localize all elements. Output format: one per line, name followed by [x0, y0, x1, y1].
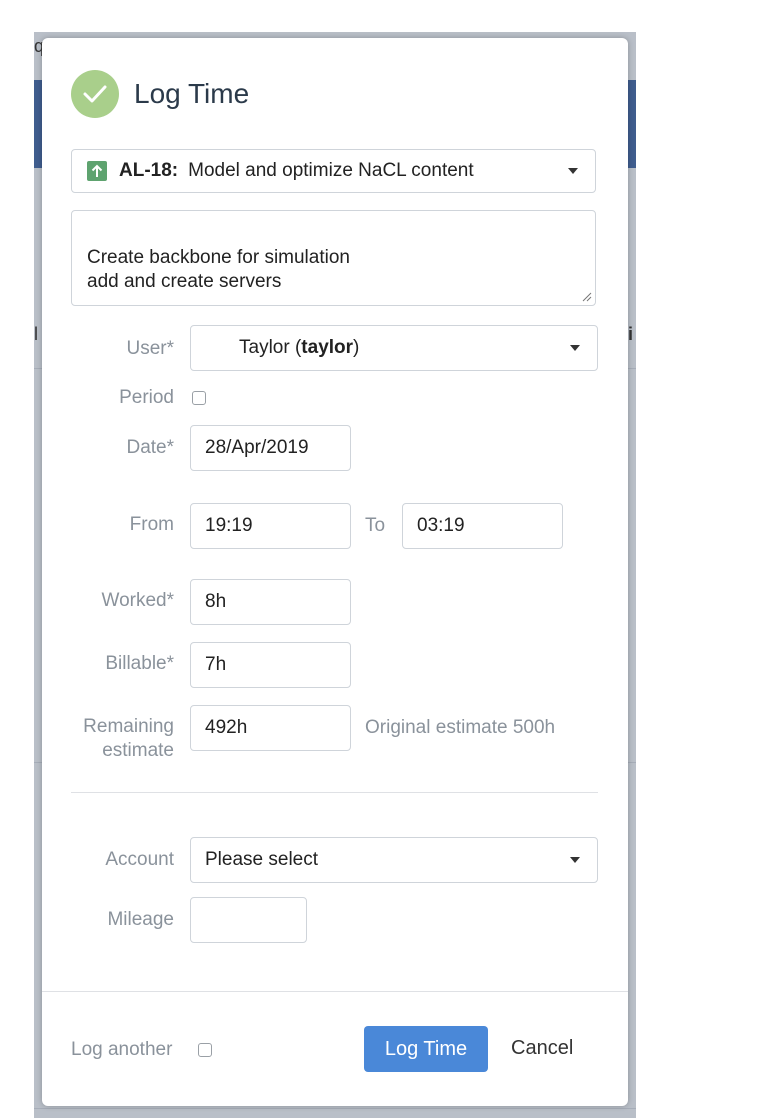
original-estimate-hint: Original estimate 500h — [365, 717, 556, 738]
chevron-down-icon — [570, 857, 580, 863]
date-field[interactable]: 28/Apr/2019 — [190, 425, 351, 471]
date-label: Date* — [126, 437, 174, 458]
chevron-down-icon — [570, 345, 580, 351]
period-label: Period — [119, 387, 174, 408]
checkmark-icon — [71, 70, 119, 118]
dialog-header: Log Time — [71, 70, 249, 118]
from-time-field[interactable]: 19:19 — [190, 503, 351, 549]
user-name-prefix: Taylor ( — [239, 337, 302, 358]
worked-label: Worked* — [101, 590, 174, 611]
issue-key: AL-18: — [119, 160, 179, 181]
mileage-label: Mileage — [107, 909, 174, 930]
remaining-value: 492h — [205, 717, 248, 738]
backdrop-text: i — [628, 324, 634, 344]
billable-label: Billable* — [105, 653, 174, 674]
log-another-checkbox[interactable] — [198, 1043, 212, 1057]
to-label: To — [365, 515, 386, 536]
footer-divider — [42, 991, 628, 992]
period-checkbox[interactable] — [192, 391, 206, 405]
worked-value: 8h — [205, 591, 227, 612]
user-select[interactable]: Taylor (taylor) — [190, 325, 598, 371]
user-label: User* — [126, 338, 174, 359]
dialog-title: Log Time — [134, 78, 250, 109]
billable-field[interactable]: 7h — [190, 642, 351, 688]
from-value: 19:19 — [205, 515, 253, 536]
cancel-button[interactable]: Cancel — [511, 1037, 573, 1060]
to-time-field[interactable]: 03:19 — [402, 503, 563, 549]
issue-select[interactable]: AL-18: Model and optimize NaCL content — [71, 149, 596, 193]
worked-field[interactable]: 8h — [190, 579, 351, 625]
description-textarea[interactable]: Create backbone for simulation add and c… — [71, 210, 596, 306]
log-another-label: Log another — [71, 1039, 173, 1060]
to-value: 03:19 — [417, 515, 465, 536]
issue-summary: Model and optimize NaCL content — [188, 160, 474, 181]
billable-value: 7h — [205, 654, 227, 675]
log-time-dialog: Log Time AL-18: Model and optimize NaCL … — [42, 38, 628, 1106]
chevron-down-icon — [568, 168, 578, 174]
user-username: taylor — [301, 337, 354, 358]
mileage-field[interactable] — [190, 897, 307, 943]
user-name-suffix: ) — [353, 337, 360, 358]
date-value: 28/Apr/2019 — [205, 437, 309, 458]
description-text: Create backbone for simulation add and c… — [87, 247, 350, 292]
log-time-button[interactable]: Log Time — [364, 1026, 488, 1072]
from-label: From — [129, 514, 174, 535]
account-value: Please select — [205, 849, 319, 870]
arrow-up-icon — [87, 161, 107, 181]
account-select[interactable]: Please select — [190, 837, 598, 883]
remaining-estimate-field[interactable]: 492h — [190, 705, 351, 751]
backdrop-text: l — [34, 324, 38, 344]
account-label: Account — [105, 849, 174, 870]
remaining-estimate-label: Remaining estimate — [83, 716, 174, 761]
resize-grip-icon[interactable] — [580, 290, 592, 302]
divider — [71, 792, 598, 793]
